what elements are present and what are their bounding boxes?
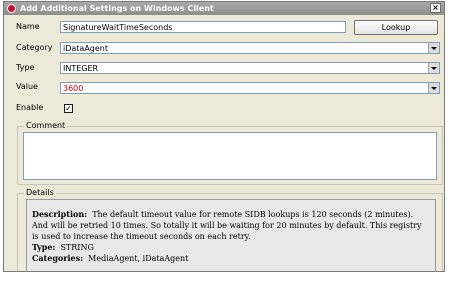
category-dropdown[interactable]: iDataAgent xyxy=(60,42,440,54)
categories-label: Categories: xyxy=(32,253,84,263)
type-label: Type xyxy=(16,63,35,72)
chevron-down-icon[interactable] xyxy=(428,43,439,53)
value-dropdown[interactable]: 3600 xyxy=(60,82,440,94)
chevron-down-icon[interactable] xyxy=(428,63,439,73)
details-type-value: STRING xyxy=(60,243,94,252)
value-label: Value xyxy=(16,82,38,91)
lookup-button[interactable]: Lookup xyxy=(354,20,438,35)
type-line: Type: STRING xyxy=(32,242,429,253)
description-paragraph: Description: The default timeout value f… xyxy=(32,209,429,242)
comment-textarea[interactable] xyxy=(23,132,437,180)
chevron-down-icon[interactable] xyxy=(428,83,439,93)
title-bar[interactable]: Add Additional Settings on Windows Clien… xyxy=(4,2,444,15)
name-label: Name xyxy=(16,22,40,31)
app-logo-icon xyxy=(7,4,16,13)
close-button[interactable]: × xyxy=(430,3,441,13)
type-value: INTEGER xyxy=(63,64,99,73)
description-text: The default timeout value for remote SID… xyxy=(32,210,422,241)
categories-line: Categories: MediaAgent, iDataAgent xyxy=(32,253,429,264)
add-settings-dialog: Add Additional Settings on Windows Clien… xyxy=(3,1,445,272)
description-label: Description: xyxy=(32,209,88,219)
categories-value: MediaAgent, iDataAgent xyxy=(88,254,189,263)
type-dropdown[interactable]: INTEGER xyxy=(60,62,440,74)
category-value: iDataAgent xyxy=(63,44,109,53)
window-title: Add Additional Settings on Windows Clien… xyxy=(20,4,214,13)
comment-legend: Comment xyxy=(24,121,68,131)
category-label: Category xyxy=(16,43,53,52)
enable-checkbox[interactable]: ✓ xyxy=(64,104,73,113)
value-value: 3600 xyxy=(63,84,84,93)
details-panel: Description: The default timeout value f… xyxy=(26,199,436,271)
details-type-label: Type: xyxy=(32,242,56,252)
name-field[interactable]: SignatureWaitTimeSeconds xyxy=(60,21,346,33)
enable-label: Enable xyxy=(16,103,44,112)
details-legend: Details xyxy=(24,188,56,198)
